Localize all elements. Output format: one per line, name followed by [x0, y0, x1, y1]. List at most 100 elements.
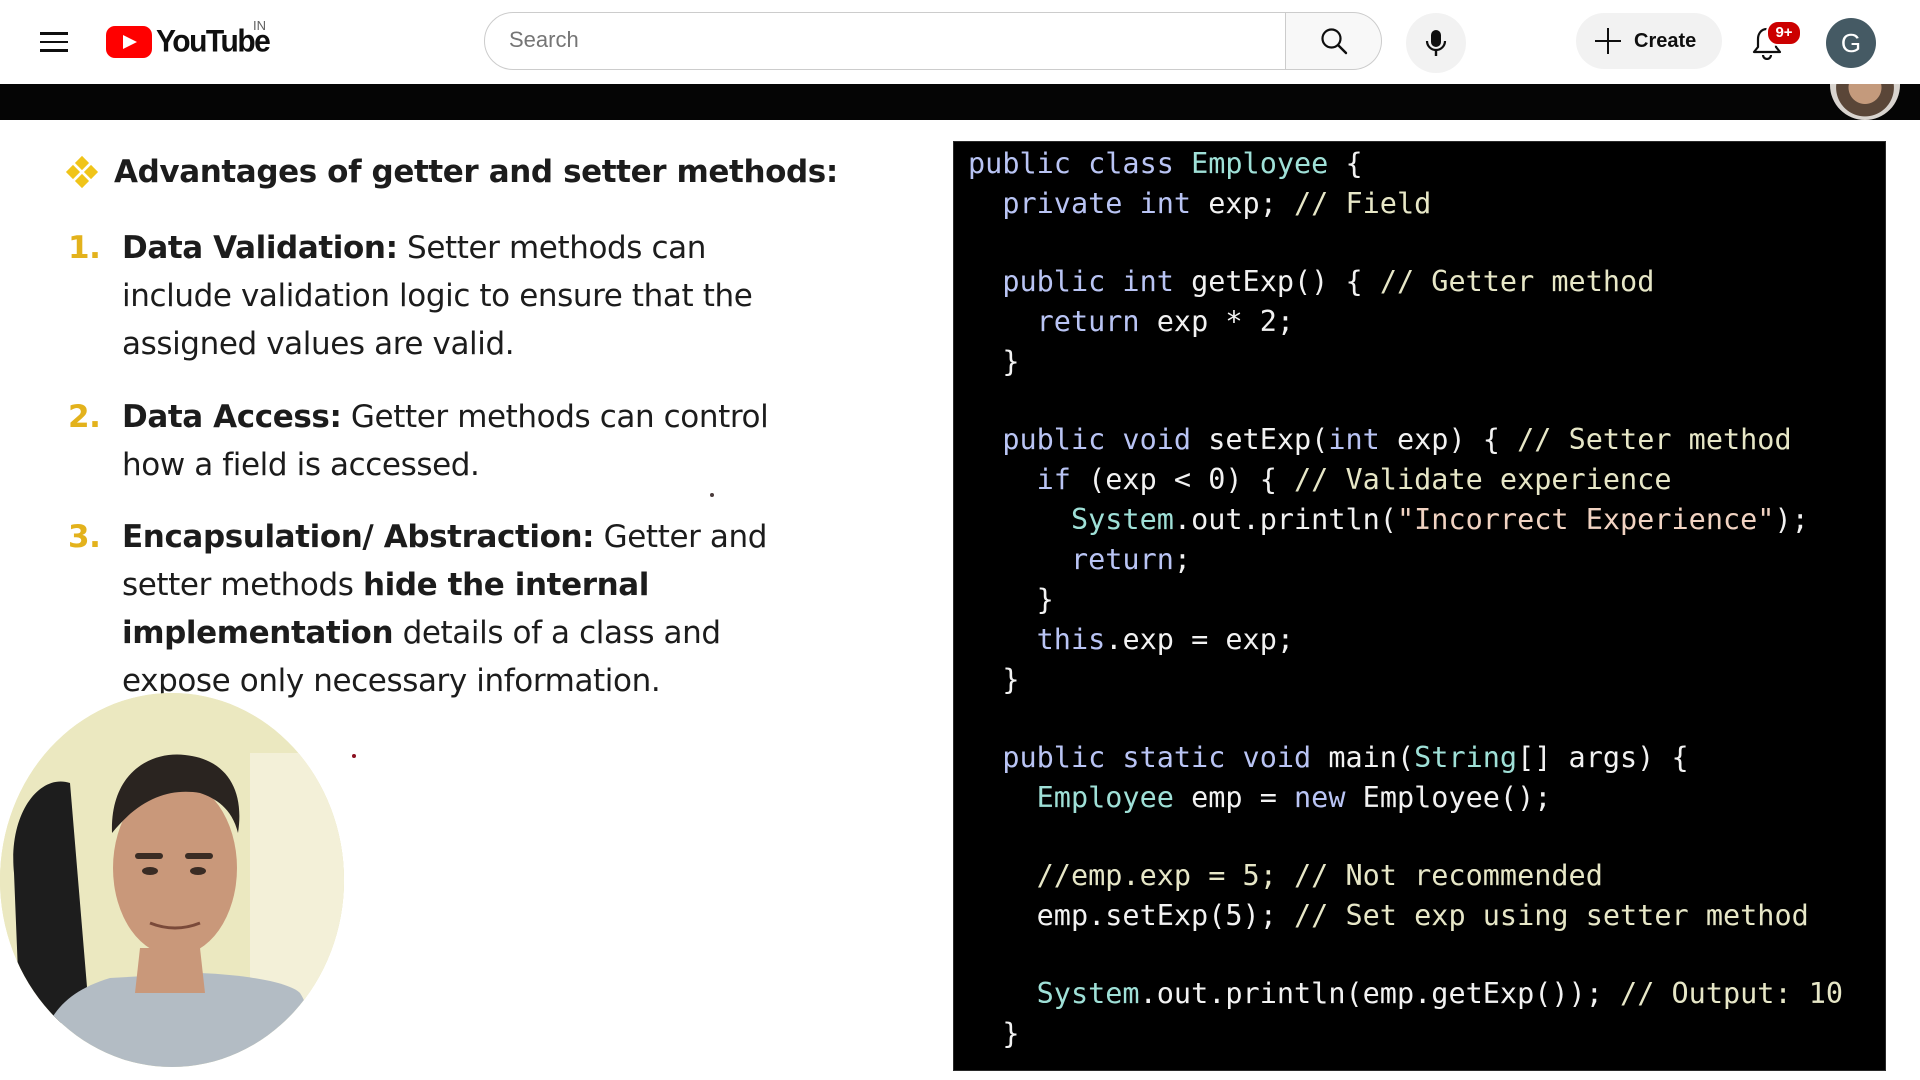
code-token: this [968, 623, 1106, 656]
code-token: // Set exp using setter method [1294, 899, 1809, 932]
advantage-item: 1. Data Validation: Setter methods can i… [68, 224, 828, 368]
code-line: this.exp = exp; [968, 620, 1843, 660]
code-token: emp = [1173, 781, 1295, 814]
code-token: String [1414, 741, 1518, 774]
country-code: IN [253, 18, 266, 33]
mic-icon [1425, 30, 1447, 56]
search-box [484, 12, 1286, 70]
code-line: System.out.println("Incorrect Experience… [968, 500, 1843, 540]
search-input[interactable] [485, 13, 1273, 67]
code-line: } [968, 1014, 1843, 1054]
code-token: .out.println( [1173, 503, 1397, 536]
code-token: return [968, 305, 1157, 338]
code-token: System [968, 503, 1174, 536]
code-line: public void setExp(int exp) { // Setter … [968, 420, 1843, 460]
video-player[interactable]: Advantages of getter and setter methods:… [0, 84, 1920, 1080]
code-token: public static void [968, 741, 1329, 774]
code-line: return exp * 2; [968, 302, 1843, 342]
code-token: } [968, 1017, 1020, 1050]
advantage-item: 3. Encapsulation/ Abstraction: Getter an… [68, 513, 828, 705]
code-token: exp * 2; [1156, 305, 1295, 338]
heading-text: Advantages of getter and setter methods: [114, 154, 838, 190]
code-token: Employee(); [1345, 781, 1552, 814]
code-line: } [968, 342, 1843, 382]
code-token: public class [968, 147, 1192, 180]
code-token: } [968, 583, 1054, 616]
advantage-item: 2. Data Access: Getter methods can contr… [68, 393, 828, 489]
code-token: emp.setExp(5); [968, 899, 1295, 932]
pointer-dot [352, 754, 356, 758]
code-line: Employee emp = new Employee(); [968, 778, 1843, 818]
code-block: public class Employee { private int exp;… [968, 144, 1843, 1054]
code-line: public class Employee { [968, 144, 1843, 184]
code-line: System.out.println(emp.getExp()); // Out… [968, 974, 1843, 1014]
youtube-logo[interactable]: YouTube [106, 24, 271, 60]
code-line: private int exp; // Field [968, 184, 1843, 224]
item-title: Data Validation: [122, 230, 398, 266]
diamond-bullet-icon [65, 155, 99, 189]
code-token: (exp < 0) { [1088, 463, 1295, 496]
masthead: YouTube IN Create 9+ G [0, 0, 1920, 84]
code-token: int [1328, 423, 1380, 456]
search-icon [1320, 28, 1347, 55]
code-line: } [968, 580, 1843, 620]
avatar[interactable]: G [1826, 18, 1876, 68]
code-token: // Field [1294, 187, 1432, 220]
youtube-logo-icon [106, 26, 152, 58]
code-token: exp) { [1379, 423, 1518, 456]
code-panel: public class Employee { private int exp;… [953, 141, 1886, 1071]
code-token: [] args) { [1517, 741, 1689, 774]
code-token: public void [968, 423, 1209, 456]
code-token: exp; [1208, 187, 1295, 220]
search-button[interactable] [1286, 12, 1382, 70]
code-line: if (exp < 0) { // Validate experience [968, 460, 1843, 500]
code-token: getExp() { [1191, 265, 1380, 298]
item-number: 2. [68, 399, 101, 435]
code-token: // Setter method [1517, 423, 1792, 456]
code-token: // Getter method [1379, 265, 1655, 298]
code-token: return [968, 543, 1174, 576]
code-line: //emp.exp = 5; // Not recommended [968, 856, 1843, 896]
code-token: .exp = exp; [1105, 623, 1295, 656]
pointer-dot [710, 493, 714, 497]
code-token: } [968, 663, 1020, 696]
code-token: } [968, 345, 1020, 378]
item-number: 1. [68, 230, 101, 266]
item-title: Encapsulation/ Abstraction: [122, 519, 595, 555]
code-token: Employee [1191, 147, 1329, 180]
code-token: new [1294, 781, 1346, 814]
menu-icon[interactable] [36, 24, 72, 60]
item-number: 3. [68, 519, 101, 555]
code-token: private int [968, 187, 1209, 220]
code-token: ); [1774, 503, 1809, 536]
presenter-webcam [0, 693, 344, 1067]
create-button[interactable]: Create [1576, 13, 1722, 69]
code-token: //emp.exp = 5; // Not recommended [968, 859, 1603, 892]
code-token: // Output: 10 [1620, 977, 1844, 1010]
code-token: main( [1328, 741, 1415, 774]
voice-search-button[interactable] [1406, 13, 1466, 73]
code-line: return; [968, 540, 1843, 580]
code-token: public int [968, 265, 1192, 298]
slide-title-strip [0, 84, 1920, 120]
plus-icon [1594, 27, 1622, 55]
code-line: public static void main(String[] args) { [968, 738, 1843, 778]
code-line: emp.setExp(5); // Set exp using setter m… [968, 896, 1843, 936]
code-token: if [968, 463, 1089, 496]
code-token: // Validate experience [1294, 463, 1672, 496]
code-token: "Incorrect Experience" [1396, 503, 1775, 536]
code-token: setExp( [1208, 423, 1329, 456]
code-token: ; [1173, 543, 1192, 576]
code-line: public int getExp() { // Getter method [968, 262, 1843, 302]
create-label: Create [1634, 29, 1697, 52]
slide-heading: Advantages of getter and setter methods: [65, 154, 838, 190]
code-line: } [968, 660, 1843, 700]
code-token: .out.println(emp.getExp()); [1139, 977, 1621, 1010]
code-token: System [968, 977, 1140, 1010]
code-token: { [1328, 147, 1363, 180]
